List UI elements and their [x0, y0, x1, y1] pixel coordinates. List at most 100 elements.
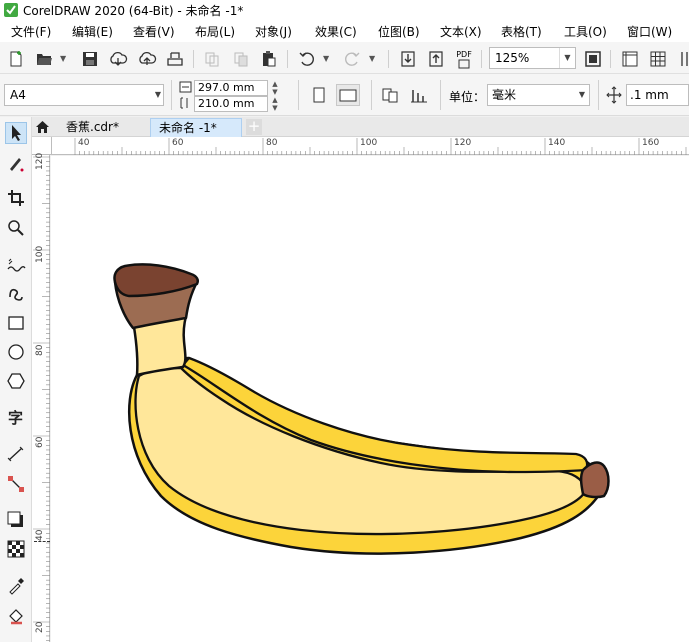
rulers-button[interactable] [619, 48, 641, 70]
export-icon [429, 51, 443, 67]
interactive-fill-tool[interactable] [5, 605, 27, 627]
menu-table[interactable]: 表格(T) [501, 23, 542, 40]
standard-toolbar: ▼ ▼ ▼ PDF [0, 42, 689, 74]
toolbar-separator [388, 50, 389, 68]
ellipse-tool[interactable] [5, 341, 27, 363]
zoom-level-value: 125% [495, 51, 530, 65]
smart-drawing-tool[interactable] [5, 283, 27, 305]
home-tab[interactable] [32, 117, 52, 137]
copy-button[interactable] [201, 48, 223, 70]
ruler-label: 40 [35, 529, 45, 541]
chevron-down-icon[interactable]: ▼ [559, 48, 575, 68]
portrait-button[interactable] [308, 84, 330, 106]
current-page-button[interactable] [408, 84, 430, 106]
grid-button[interactable] [647, 48, 669, 70]
parallel-dimension-tool[interactable] [5, 443, 27, 465]
connector-tool-icon [8, 476, 24, 492]
banana-drawing[interactable] [51, 156, 689, 642]
page-height-icon [180, 97, 188, 109]
landscape-button[interactable] [336, 84, 360, 106]
all-pages-button[interactable] [380, 84, 402, 106]
menu-object[interactable]: 对象(J) [255, 23, 292, 40]
rulers-icon [622, 51, 638, 67]
chevron-down-icon[interactable]: ▼ [155, 85, 161, 105]
page-width-field[interactable]: 297.0 mm [194, 80, 268, 96]
menu-window[interactable]: 窗口(W) [627, 23, 672, 40]
transparency-tool[interactable] [5, 538, 27, 560]
pdf-label: PDF [456, 49, 472, 59]
unit-select[interactable]: 毫米 ▼ [487, 84, 590, 106]
tab-label: 未命名 -1* [159, 121, 217, 135]
polygon-tool-icon [7, 373, 25, 389]
tab-banana-document[interactable]: 香蕉.cdr* [58, 118, 146, 137]
import-button[interactable] [397, 48, 419, 70]
ruler-label: 120 [454, 138, 472, 148]
guidelines-button[interactable] [675, 48, 689, 70]
zoom-tool[interactable] [5, 217, 27, 239]
title-bar: CorelDRAW 2020 (64-Bit) - 未命名 -1* [0, 0, 689, 20]
connector-tool[interactable] [5, 473, 27, 495]
document-tabs: 香蕉.cdr* 未命名 -1* + [32, 117, 689, 137]
menu-text[interactable]: 文本(X) [440, 23, 482, 40]
menu-effects[interactable]: 效果(C) [315, 23, 357, 40]
toolbar-separator [481, 50, 482, 68]
toolbar-separator [287, 50, 288, 68]
page-size-value: A4 [10, 88, 26, 102]
menu-view[interactable]: 查看(V) [133, 23, 175, 40]
menu-layout[interactable]: 布局(L) [195, 23, 235, 40]
paste-button[interactable] [258, 48, 280, 70]
menu-edit[interactable]: 编辑(E) [72, 23, 113, 40]
interactive-fill-icon [9, 609, 23, 625]
new-document-button[interactable] [5, 48, 27, 70]
save-button[interactable] [79, 48, 101, 70]
open-button[interactable] [33, 48, 55, 70]
menu-bitmaps[interactable]: 位图(B) [378, 23, 420, 40]
add-tab-button[interactable]: + [246, 119, 262, 135]
drop-shadow-tool[interactable] [5, 509, 27, 531]
freehand-tool[interactable] [5, 153, 27, 175]
landscape-icon [339, 89, 357, 101]
grid-icon [650, 51, 666, 67]
ruler-label: 80 [266, 138, 278, 148]
page-size-select[interactable]: A4 ▼ [4, 84, 164, 106]
page-height-field[interactable]: 210.0 mm [194, 96, 268, 112]
banana-tip[interactable] [579, 461, 610, 499]
publish-pdf-button[interactable]: PDF [453, 48, 475, 70]
page-width-spinner[interactable]: ▲ ▼ [268, 80, 282, 96]
chevron-down-icon[interactable]: ▼ [369, 54, 377, 63]
crop-tool[interactable] [5, 187, 27, 209]
eyedropper-tool[interactable] [5, 575, 27, 597]
rectangle-tool[interactable] [5, 312, 27, 334]
paste-icon [263, 51, 276, 67]
text-tool[interactable]: 字 [5, 406, 27, 428]
portrait-icon [313, 87, 325, 103]
undo-button[interactable] [296, 48, 318, 70]
menu-tools[interactable]: 工具(O) [564, 23, 607, 40]
cut-button[interactable] [230, 48, 252, 70]
export-button[interactable] [425, 48, 447, 70]
vertical-ruler-ticks [33, 156, 50, 641]
chevron-down-icon[interactable]: ▼ [579, 85, 585, 105]
page-height-spinner[interactable]: ▲ ▼ [268, 96, 282, 112]
horizontal-ruler[interactable]: 40 60 80 100 120 140 160 [52, 137, 689, 155]
cloud-import-button[interactable] [107, 48, 129, 70]
artistic-media-tool[interactable] [5, 254, 27, 276]
ruler-label: 100 [360, 138, 378, 148]
chevron-down-icon[interactable]: ▼ [60, 54, 68, 63]
polygon-tool[interactable] [5, 370, 27, 392]
zoom-level-select[interactable]: 125% ▼ [489, 47, 576, 69]
tab-untitled-document[interactable]: 未命名 -1* [150, 118, 242, 137]
crop-tool-icon [8, 190, 24, 206]
pick-tool[interactable] [5, 122, 27, 144]
chevron-down-icon[interactable]: ▼ [323, 54, 331, 63]
menu-file[interactable]: 文件(F) [11, 23, 51, 40]
print-button[interactable] [164, 48, 186, 70]
full-screen-button[interactable] [582, 48, 604, 70]
ruler-label: 20 [35, 621, 45, 633]
cloud-export-button[interactable] [136, 48, 158, 70]
redo-button[interactable] [341, 48, 363, 70]
save-icon [83, 52, 97, 66]
nudge-distance-field[interactable]: .1 mm [626, 84, 689, 106]
vertical-ruler[interactable]: 120 100 80 60 40 20 [32, 153, 50, 642]
drawing-canvas[interactable] [51, 156, 689, 642]
